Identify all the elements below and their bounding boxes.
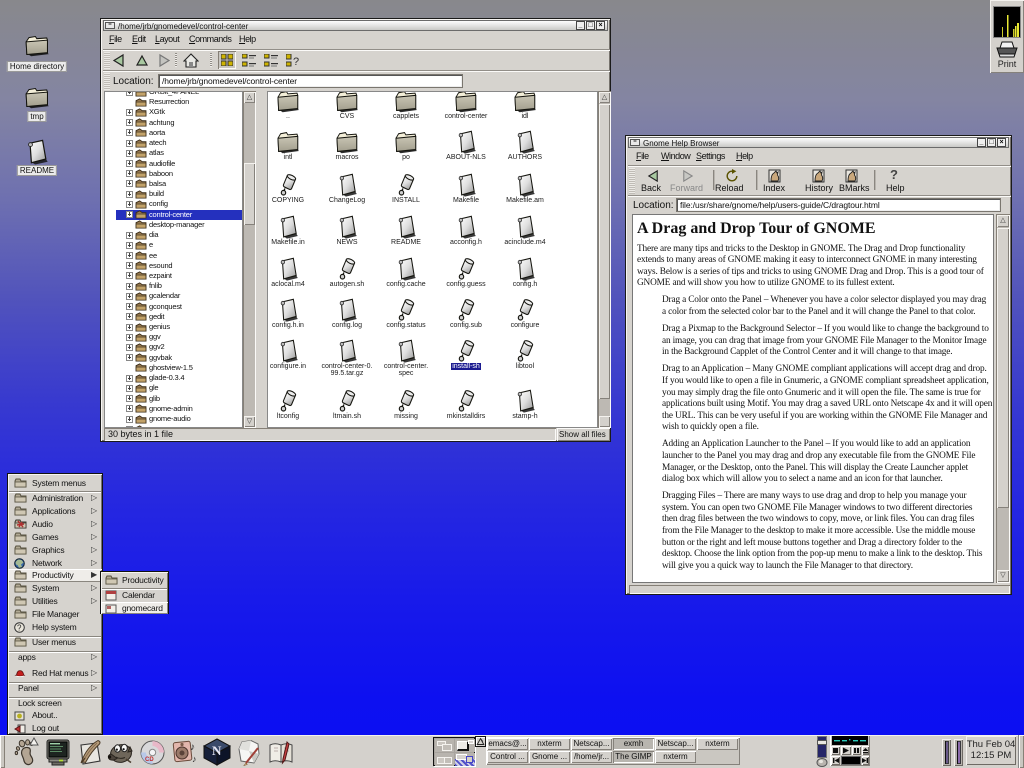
svg-text:?: ?: [293, 56, 299, 67]
svg-text:♪: ♪: [190, 742, 195, 753]
svg-text:♪: ♪: [192, 754, 197, 764]
svg-text:N: N: [212, 743, 222, 758]
svg-text:CD: CD: [145, 757, 154, 763]
